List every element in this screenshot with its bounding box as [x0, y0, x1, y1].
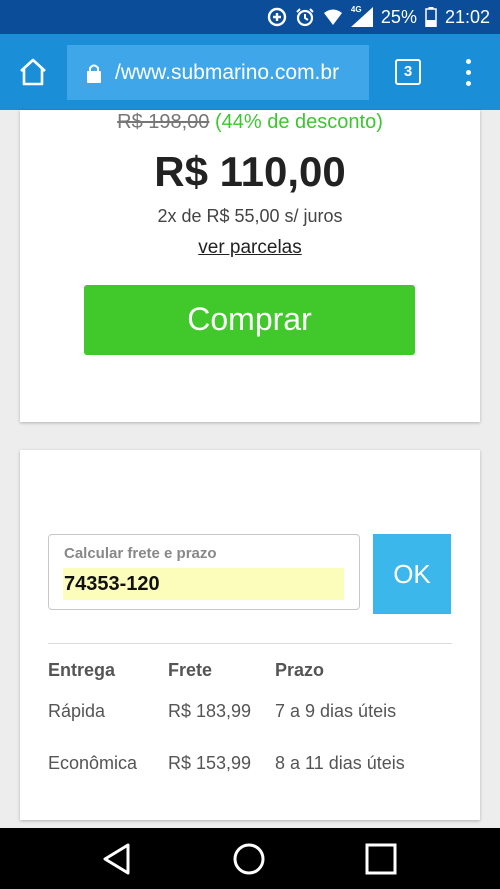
row-rapida-prazo: 7 a 9 dias úteis	[275, 701, 397, 721]
freight-card: Calcular frete e prazo OK Entrega Frete …	[20, 450, 480, 820]
browser-toolbar: /www.submarino.com.br 3	[0, 34, 500, 110]
ok-button[interactable]: OK	[373, 534, 451, 614]
cep-field[interactable]: Calcular frete e prazo	[48, 534, 360, 610]
tab-switcher-button[interactable]: 3	[395, 59, 421, 85]
battery-icon	[425, 7, 437, 27]
overflow-menu-icon[interactable]	[459, 56, 477, 90]
data-saver-icon	[267, 7, 287, 27]
installments-text: 2x de R$ 55,00 s/ juros	[157, 206, 343, 226]
alarm-icon	[296, 8, 314, 27]
ver-parcelas-link[interactable]: ver parcelas	[20, 237, 480, 259]
recents-icon[interactable]	[364, 842, 398, 876]
header-prazo: Prazo	[275, 660, 325, 680]
discount-label: (44% de desconto)	[214, 111, 383, 133]
address-bar[interactable]: /www.submarino.com.br	[67, 45, 369, 100]
android-nav-bar	[0, 828, 500, 889]
status-icons: 4G 25% 21:02	[267, 5, 490, 29]
url-text[interactable]: /www.submarino.com.br	[115, 61, 365, 85]
buy-button[interactable]: Comprar	[84, 285, 415, 355]
header-frete: Frete	[168, 660, 213, 680]
wifi-icon	[323, 9, 342, 25]
clock: 21:02	[444, 6, 490, 27]
price-card: R$ 198,00 (44% de desconto) R$ 110,00 2x…	[20, 110, 480, 422]
row-economica-entrega: Econômica	[48, 753, 138, 773]
old-price: R$ 198,00	[117, 111, 210, 133]
row-economica-prazo: 8 a 11 dias úteis	[275, 753, 405, 773]
header-entrega: Entrega	[48, 660, 116, 680]
row-economica-frete: R$ 153,99	[168, 753, 252, 773]
product-price: R$ 110,00	[154, 148, 346, 195]
signal-icon: 4G	[350, 5, 373, 27]
divider	[48, 643, 452, 644]
cep-input[interactable]	[63, 568, 344, 600]
old-price-line: R$ 198,00 (44% de desconto)	[20, 110, 480, 134]
cep-field-label: Calcular frete e prazo	[64, 545, 217, 562]
network-type: 4G	[350, 5, 362, 14]
home-icon[interactable]	[17, 56, 49, 88]
status-bar: 4G 25% 21:02	[0, 0, 500, 34]
row-rapida-frete: R$ 183,99	[168, 701, 252, 721]
home-circle-icon[interactable]	[232, 842, 266, 876]
row-rapida-entrega: Rápida	[48, 701, 106, 721]
lock-icon	[87, 64, 101, 83]
back-icon[interactable]	[100, 842, 134, 876]
battery-percent: 25%	[380, 6, 417, 27]
